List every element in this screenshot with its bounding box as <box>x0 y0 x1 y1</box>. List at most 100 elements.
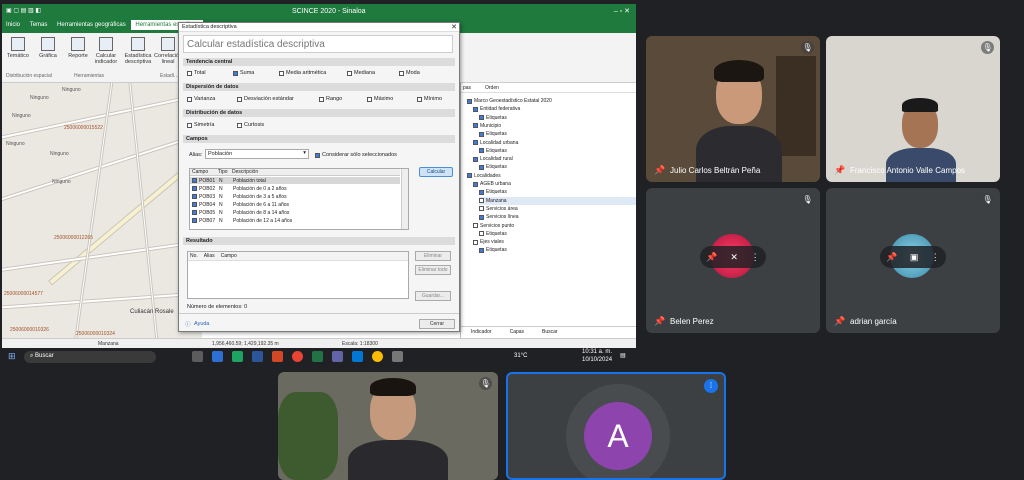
reporte-button[interactable]: Reporte <box>64 37 92 59</box>
layer-item[interactable]: AGEB urbana <box>473 180 511 188</box>
pin-icon[interactable]: 📌 <box>834 316 845 327</box>
participant-tile-3[interactable]: 📌 ✕ ⋮ 🎙 📌 Belen Perez <box>646 188 820 333</box>
task-view-icon[interactable] <box>192 351 203 362</box>
check-rango[interactable]: Rango <box>319 96 342 102</box>
check-simetria[interactable]: Simetría <box>187 122 214 128</box>
powerpoint-icon[interactable] <box>272 351 283 362</box>
cerrar-button[interactable]: Cerrar <box>419 319 455 329</box>
pin-icon[interactable]: 📌 <box>886 252 897 263</box>
chrome-icon[interactable] <box>292 351 303 362</box>
close-icon[interactable]: ✕ <box>451 23 457 31</box>
check-media[interactable]: Media aritmética <box>279 70 326 76</box>
participant-tile-6[interactable]: A ⁞ <box>506 372 726 480</box>
layer-checkbox[interactable] <box>479 231 484 237</box>
check-minimo[interactable]: Mínimo <box>417 96 442 102</box>
check-maximo[interactable]: Máximo <box>367 96 393 102</box>
tab-capas-bottom[interactable]: Capas <box>510 329 524 335</box>
grafica-button[interactable]: Gráfica <box>34 37 62 59</box>
layer-checkbox[interactable] <box>479 198 484 204</box>
layer-item[interactable]: Etiquetas <box>479 230 507 238</box>
layer-checkbox[interactable] <box>479 164 484 170</box>
help-icon[interactable]: ⓘ <box>185 320 191 328</box>
layer-item[interactable]: Etiquetas <box>479 147 507 155</box>
tab-temas[interactable]: Temas <box>26 20 52 30</box>
participant-tile-5[interactable]: 🎙 <box>278 372 498 480</box>
calcular-indicador-button[interactable]: Calcular indicador <box>92 37 120 65</box>
row-checkbox[interactable] <box>192 218 197 223</box>
mute-icon[interactable]: ✕ <box>730 252 738 263</box>
tab-buscar[interactable]: Buscar <box>542 329 558 335</box>
layer-item[interactable]: Etiquetas <box>479 163 507 171</box>
layer-checkbox[interactable] <box>473 156 478 162</box>
layer-checkbox[interactable] <box>479 148 484 154</box>
layer-checkbox[interactable] <box>467 173 472 179</box>
more-options-icon[interactable]: ⋮ <box>751 252 760 263</box>
tab-indicador[interactable]: Indicador <box>471 329 492 335</box>
layer-checkbox[interactable] <box>479 131 484 137</box>
taskbar-search[interactable]: ⌕ Buscar <box>24 351 156 363</box>
tematico-button[interactable]: Temático <box>4 37 32 59</box>
layer-checkbox[interactable] <box>467 98 472 104</box>
tile-controls[interactable]: 📌 ▣ ⋮ <box>880 246 946 268</box>
check-curtosis[interactable]: Curtosis <box>237 122 264 128</box>
layer-item[interactable]: Etiquetas <box>479 130 507 138</box>
layer-item[interactable]: Ejes viales <box>473 238 504 246</box>
layer-checkbox[interactable] <box>479 214 484 220</box>
layer-checkbox[interactable] <box>479 115 484 121</box>
tab-orden[interactable]: Orden <box>485 85 499 91</box>
layer-item[interactable]: Manzana <box>479 196 636 205</box>
table-row[interactable]: POB02 N Población de 0 a 2 años <box>190 185 400 192</box>
row-checkbox[interactable] <box>192 194 197 199</box>
row-checkbox[interactable] <box>192 202 197 207</box>
grid-scrollbar[interactable] <box>401 169 408 229</box>
tile-controls[interactable]: 📌 ✕ ⋮ <box>700 246 766 268</box>
check-moda[interactable]: Moda <box>399 70 420 76</box>
participant-tile-1[interactable]: 🎙 📌 Julio Carlos Beltrán Peña <box>646 36 820 182</box>
excel-icon[interactable] <box>312 351 323 362</box>
check-mediana[interactable]: Mediana <box>347 70 375 76</box>
calcular-button[interactable]: Calcular <box>419 167 453 177</box>
estadistica-descriptiva-button[interactable]: Estadística descriptiva <box>124 37 152 65</box>
layer-checkbox[interactable] <box>473 223 478 228</box>
row-checkbox[interactable] <box>192 186 197 191</box>
captions-icon[interactable]: ▣ <box>910 252 919 263</box>
eliminar-todo-button[interactable]: Eliminar todo <box>415 265 451 275</box>
app-quick-access-icons[interactable]: ▣ ▢ ▤ ▥ ◧ <box>6 7 41 14</box>
layer-item[interactable]: Etiquetas <box>479 246 507 254</box>
check-suma[interactable]: Suma <box>233 70 254 76</box>
layer-item[interactable]: Localidades <box>467 172 501 180</box>
layer-checkbox[interactable] <box>473 140 478 145</box>
scince-icon[interactable] <box>392 351 403 362</box>
layer-checkbox[interactable] <box>479 247 484 253</box>
row-checkbox[interactable] <box>192 210 197 215</box>
table-row[interactable]: POB05 N Población de 8 a 14 años <box>190 209 400 216</box>
table-row[interactable]: POB01 N Población total <box>190 177 400 184</box>
layer-item[interactable]: Entidad federativa <box>473 105 520 113</box>
participant-tile-4[interactable]: 📌 ▣ ⋮ 🎙 📌 adrian garcía <box>826 188 1000 333</box>
notification-icon[interactable]: ▤ <box>620 352 626 359</box>
guardar-button[interactable]: Guardar... <box>415 291 451 301</box>
outlook-icon[interactable] <box>352 351 363 362</box>
check-only-selected[interactable]: Considerar sólo seleccionados <box>315 152 397 158</box>
layer-item[interactable]: Localidad rural <box>473 155 513 163</box>
layer-item[interactable]: Etiquetas <box>479 114 507 122</box>
row-checkbox[interactable] <box>192 178 197 183</box>
participant-tile-2[interactable]: 🎙 📌 Francisco Antonio Valle Campos <box>826 36 1000 182</box>
pin-icon[interactable]: 📌 <box>834 165 845 176</box>
zoom-icon[interactable] <box>212 351 223 362</box>
layer-item[interactable]: Servicios línea <box>479 213 519 221</box>
layer-checkbox[interactable] <box>473 106 478 112</box>
eliminar-button[interactable]: Eliminar <box>415 251 451 261</box>
layer-item[interactable]: Localidad urbana <box>473 139 518 147</box>
ayuda-link[interactable]: Ayuda <box>194 321 210 327</box>
tab-herramientas-geograficas[interactable]: Herramientas geográficas <box>53 20 130 30</box>
layer-checkbox[interactable] <box>479 206 484 212</box>
pin-icon[interactable]: 📌 <box>706 252 717 263</box>
layer-checkbox[interactable] <box>473 123 478 129</box>
layer-item[interactable]: Marco Geoestadístico Estatal 2020 <box>467 97 552 105</box>
layer-item[interactable]: Servicios área <box>479 205 518 213</box>
alias-select[interactable]: Población ▾ <box>205 149 309 159</box>
more-options-icon[interactable]: ⋮ <box>931 252 940 263</box>
layer-checkbox[interactable] <box>473 239 478 245</box>
word-icon[interactable] <box>252 351 263 362</box>
